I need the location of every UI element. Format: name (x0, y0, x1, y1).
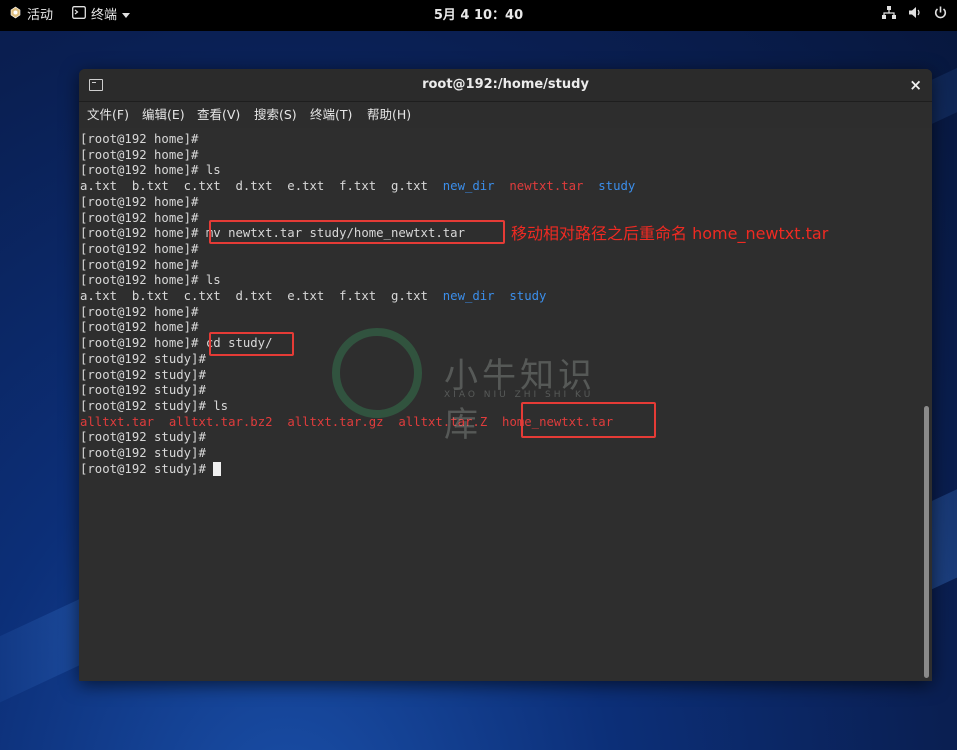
terminal-entry-blue: study (598, 179, 636, 194)
terminal-text: [root@192 study]# (80, 430, 206, 445)
menu-file[interactable]: 文件(F) (87, 102, 129, 128)
terminal-text: [root@192 home]# ls (80, 163, 221, 178)
terminal-entry-red: alltxt.tar.bz2 (168, 414, 273, 429)
terminal-line: [root@192 home]# (80, 319, 198, 335)
terminal-line: [root@192 study]# ls (80, 398, 228, 414)
terminal-entry-blue: study (509, 289, 547, 303)
terminal-text: [root@192 study]# (80, 367, 206, 382)
window-titlebar[interactable]: root@192:/home/study × (79, 69, 932, 102)
terminal-cursor (213, 462, 222, 477)
network-icon (882, 0, 896, 31)
scrollbar[interactable] (924, 406, 929, 678)
terminal-line: [root@192 study]# (80, 429, 206, 445)
terminal-entry-red: alltxt.tar (80, 414, 155, 429)
terminal-text: [root@192 home]# (80, 304, 199, 319)
terminal-line: [root@192 study]# (80, 382, 206, 398)
terminal-line: [root@192 home]# (80, 210, 198, 226)
terminal-line: [root@192 home]# (80, 194, 198, 210)
terminal-window: root@192:/home/study × 文件(F) 编辑(E) 查看(V)… (79, 69, 932, 681)
terminal-line: [root@192 home]# (80, 131, 198, 147)
terminal-entry-red: newtxt.tar (509, 179, 584, 194)
window-title: root@192:/home/study (422, 77, 589, 92)
terminal-text: [root@192 study]# (80, 351, 206, 366)
terminal-text: a.txt b.txt c.txt d.txt e.txt f.txt g.tx… (80, 179, 443, 194)
terminal-line: [root@192 home]# ls (80, 272, 221, 288)
menu-view[interactable]: 查看(V) (197, 102, 240, 128)
terminal-text: [root@192 home]# (80, 147, 199, 162)
terminal-line: [root@192 study]# (80, 445, 206, 461)
watermark-logo-icon (332, 328, 422, 418)
annotation-text: 移动相对路径之后重命名 home_newtxt.tar (511, 224, 829, 243)
terminal-line: [root@192 study]# (80, 461, 222, 477)
top-bar: 活动 终端 5月 4 10：40 (0, 0, 957, 31)
terminal-line: [root@192 home]# (80, 257, 198, 273)
menu-search[interactable]: 搜索(S) (254, 102, 297, 128)
menu-help[interactable]: 帮助(H) (367, 102, 411, 128)
terminal-text: [root@192 home]# (80, 257, 199, 272)
terminal-line: [root@192 home]# (80, 304, 198, 320)
terminal-line: [root@192 home]# ls (80, 162, 221, 178)
terminal-text: [root@192 home]# (80, 194, 199, 209)
terminal-line: [root@192 study]# (80, 351, 206, 367)
terminal-entry-blue: new_dir (442, 289, 495, 303)
watermark-subtitle: XIAO NIU ZHI SHI KU (444, 390, 594, 400)
clock-label: 5月 4 10：40 (433, 8, 524, 23)
close-button[interactable]: × (909, 69, 922, 101)
terminal-text: [root@192 study]# (80, 461, 214, 476)
menu-edit[interactable]: 编辑(E) (142, 102, 185, 128)
terminal-text: [root@192 home]# ls (80, 273, 221, 288)
system-menu[interactable] (882, 0, 947, 31)
menu-bar: 文件(F) 编辑(E) 查看(V) 搜索(S) 终端(T) 帮助(H) (79, 102, 932, 128)
terminal-text: a.txt b.txt c.txt d.txt e.txt f.txt g.tx… (80, 289, 443, 303)
terminal-line: a.txt b.txt c.txt d.txt e.txt f.txt g.tx… (80, 178, 635, 194)
menu-terminal[interactable]: 终端(T) (310, 102, 352, 128)
terminal-entry-blue: new_dir (442, 179, 495, 194)
terminal-line: [root@192 home]# (80, 147, 198, 163)
terminal-text: [root@192 study]# ls (80, 398, 229, 413)
terminal-line: [root@192 study]# (80, 367, 206, 383)
terminal-text: [root@192 home]# (80, 132, 199, 146)
terminal-text: [root@192 study]# (80, 383, 206, 398)
power-icon (934, 0, 947, 31)
terminal-text: [root@192 home]# (80, 210, 199, 225)
highlight-renamed-file (521, 402, 656, 438)
volume-icon (908, 0, 922, 31)
terminal-line: [root@192 home]# (80, 241, 198, 257)
clock[interactable]: 5月 4 10：40 (0, 0, 957, 31)
highlight-mv-command (209, 220, 505, 244)
terminal-line: a.txt b.txt c.txt d.txt e.txt f.txt g.tx… (80, 288, 546, 304)
terminal-text: [root@192 home]# (80, 241, 199, 256)
highlight-cd-command (209, 332, 294, 356)
terminal-text: [root@192 study]# (80, 446, 206, 460)
terminal-text: [root@192 home]# (80, 320, 199, 335)
